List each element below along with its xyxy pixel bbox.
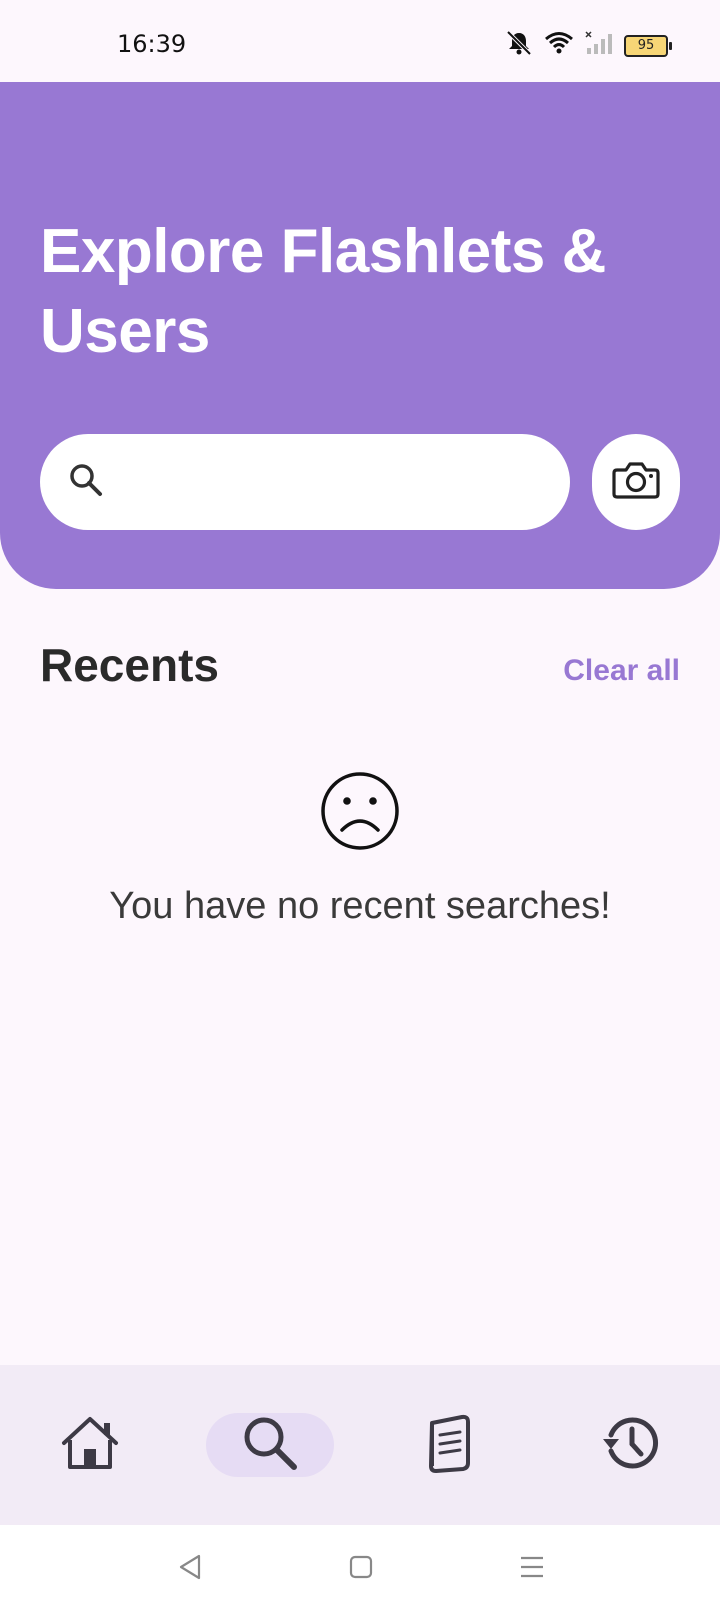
- screen: 16:39 95 Explore Flashlets & Users Recen…: [0, 0, 720, 1612]
- nav-search[interactable]: [206, 1413, 334, 1477]
- mute-icon: [504, 30, 534, 61]
- status-icons: 95: [504, 30, 672, 61]
- search-icon: [240, 1413, 300, 1478]
- home-square-icon: [348, 1554, 374, 1585]
- home-button[interactable]: [341, 1549, 381, 1589]
- battery-icon: 95: [624, 34, 672, 57]
- recents-title: Recents: [40, 639, 219, 691]
- menu-icon: [518, 1554, 546, 1585]
- nav-library[interactable]: [386, 1413, 514, 1477]
- history-icon: [599, 1413, 661, 1478]
- search-icon: [68, 462, 104, 503]
- camera-button[interactable]: [592, 434, 680, 530]
- camera-icon: [611, 460, 661, 505]
- home-icon: [60, 1415, 120, 1476]
- clear-all-button[interactable]: Clear all: [563, 654, 680, 688]
- sad-face-icon: [319, 770, 401, 852]
- status-time: 16:39: [117, 30, 187, 58]
- header: Explore Flashlets & Users: [0, 82, 720, 589]
- system-nav-bar: [0, 1525, 720, 1612]
- menu-button[interactable]: [512, 1549, 552, 1589]
- nav-history[interactable]: [566, 1413, 694, 1477]
- page-title: Explore Flashlets & Users: [40, 217, 606, 366]
- back-icon: [177, 1553, 203, 1586]
- search-input[interactable]: [122, 451, 546, 513]
- book-icon: [426, 1413, 474, 1478]
- signal-icon: [584, 30, 614, 61]
- bottom-nav: [0, 1365, 720, 1525]
- status-bar: 16:39 95: [0, 0, 720, 82]
- back-button[interactable]: [170, 1549, 210, 1589]
- nav-home[interactable]: [26, 1413, 154, 1477]
- empty-state-message: You have no recent searches!: [109, 885, 611, 927]
- search-bar[interactable]: [40, 434, 570, 530]
- wifi-icon: [544, 30, 574, 61]
